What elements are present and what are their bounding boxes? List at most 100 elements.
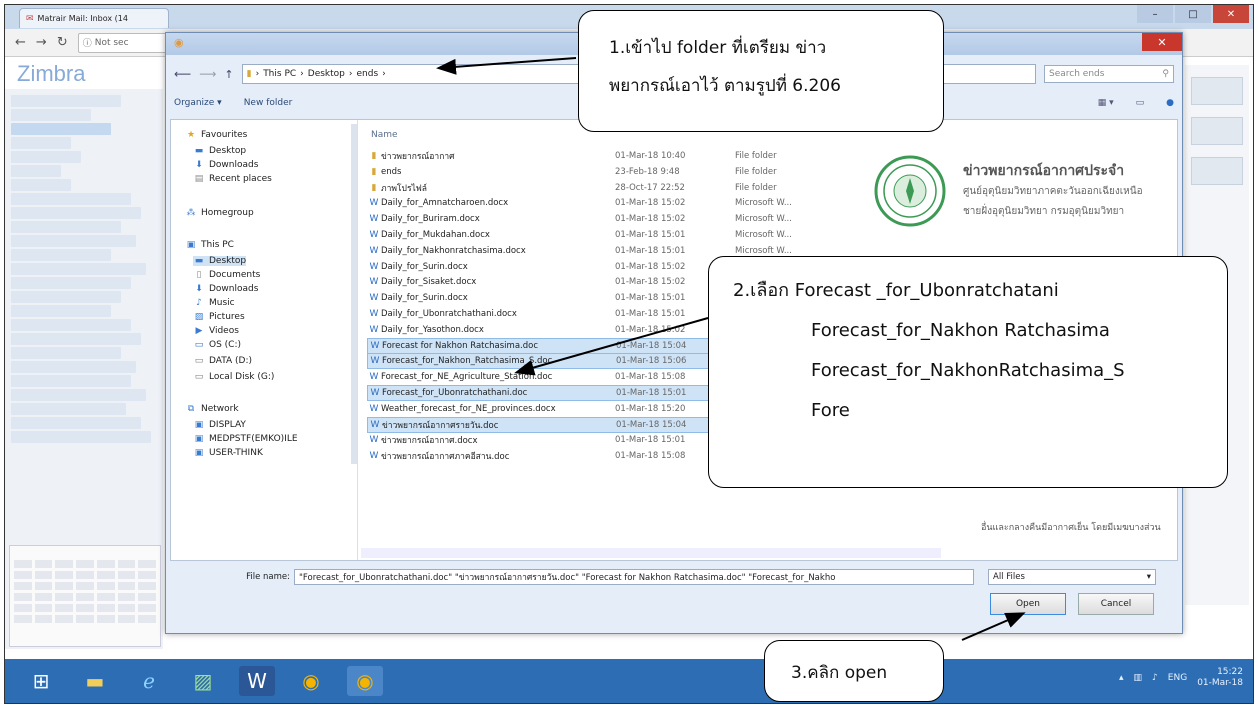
chevron-down-icon: ▾ [1146,572,1151,582]
language-indicator[interactable]: ENG [1168,673,1187,683]
nav-pc-downloads[interactable]: ⬇ Downloads [193,284,258,294]
word-doc-icon: W [369,293,379,304]
preview-pane-icon[interactable]: ▭ [1136,98,1145,108]
nav-documents[interactable]: ▯ Documents [193,270,261,280]
zimbra-logo: Zimbra [17,61,86,86]
maximize-button[interactable]: □ [1175,5,1211,23]
file-row[interactable]: ▮ ภาพโปรไฟล์ 28-Oct-17 22:52 File folder [367,180,849,196]
download-icon: ⬇ [195,284,203,294]
filename-input[interactable]: "Forecast_for_Ubonratchathani.doc" "ข่าว… [294,569,974,585]
word-icon[interactable]: W [239,666,275,696]
search-placeholder: Search ends [1049,69,1105,79]
url-text: Not sec [94,37,129,48]
file-row[interactable]: ▮ ends 23-Feb-18 9:48 File folder [367,164,849,180]
minimize-button[interactable]: – [1137,5,1173,23]
file-row[interactable]: W Daily_for_Mukdahan.docx 01-Mar-18 15:01 M… [367,227,849,243]
file-name: Daily_for_Amnatcharoen.docx [381,198,509,209]
file-name: Forecast for Nakhon Ratchasima.doc [382,340,539,351]
window-close-button[interactable]: ✕ [1213,5,1249,23]
up-arrow-icon[interactable]: ↑ [224,68,233,81]
tmd-seal-logo [874,155,946,227]
nav-os-c[interactable]: ▭ OS (C:) [193,340,241,350]
system-tray: ▴ ▥ ♪ ENG 15:22 01-Mar-18 [1119,667,1243,689]
cancel-button[interactable]: Cancel [1078,593,1154,615]
nav-homegroup[interactable]: ⁂ Homegroup [185,208,254,218]
documents-icon: ▯ [196,270,202,280]
file-date: 01-Mar-18 15:01 [615,245,686,256]
breadcrumb-ends[interactable]: ends [357,69,379,79]
url-input[interactable]: ⓘ Not sec [77,32,174,53]
nav-scrollbar[interactable] [351,124,357,464]
nav-network-computer[interactable]: ▣ DISPLAY [193,420,246,430]
help-icon[interactable]: ● [1166,98,1174,108]
breadcrumb-this-pc[interactable]: This PC [263,69,296,79]
file-name: ข่าวพยากรณ์อากาศภาคอีสาน.doc [381,452,510,463]
new-folder-button[interactable]: New folder [244,98,293,108]
nav-network-computer[interactable]: ▣ USER-THINK [193,448,263,458]
column-header-name[interactable]: Name [371,130,398,140]
word-doc-icon: W [369,451,379,462]
file-name: Forecast_for_NE_Agriculture_Station.doc [381,372,553,383]
file-name: Daily_for_Surin.docx [381,293,468,304]
nav-music[interactable]: ♪ Music [193,298,234,308]
navigation-pane: ★ Favourites ▬ Desktop ⬇ Downloads ▤ Recent … [171,120,358,560]
nav-recent-places[interactable]: ▤ Recent places [193,174,272,184]
reload-icon[interactable]: ↻ [57,35,68,50]
back-icon[interactable]: ← [15,35,26,50]
file-type: Microsoft W... [735,214,792,225]
organize-button[interactable]: Organize ▾ [174,98,222,108]
tray-arrow-icon[interactable]: ▴ [1119,673,1124,683]
dialog-close-button[interactable]: ✕ [1142,33,1182,51]
chrome-icon[interactable]: ◉ [293,666,329,696]
file-row[interactable]: ▮ ข่าวพยากรณ์อากาศ 01-Mar-18 10:40 File fol… [367,148,849,164]
nav-network-computer[interactable]: ▣ MEDPSTF(EMKO)ILE [193,434,298,444]
horizontal-scrollbar[interactable] [361,548,941,558]
info-icon: ⓘ [82,39,92,49]
back-arrow-icon[interactable]: ⟵ [174,67,191,81]
nav-pc-desktop[interactable]: ▬ Desktop [193,256,247,266]
preview-text: อื่นและกลางคืนมีอากาศเย็น โดยมีเมฆบางส่ว… [981,523,1161,533]
nav-data-d[interactable]: ▭ DATA (D:) [193,356,252,366]
nav-network[interactable]: ⧉ Network [185,404,239,414]
word-doc-icon: W [369,372,379,383]
word-doc-icon: W [369,230,379,240]
file-type: File folder [735,166,777,177]
open-button[interactable]: Open [990,593,1066,615]
clock[interactable]: 15:22 01-Mar-18 [1197,667,1243,689]
internet-explorer-icon[interactable]: ℯ [131,666,167,696]
nav-local-disk[interactable]: ▭ Local Disk (G:) [193,372,275,382]
pictures-icon: ▨ [194,312,204,322]
instruction-callout-step-3: 3.คลิก open [764,640,944,702]
preview-text: ศูนย์อุตุนิยมวิทยาภาคตะวันออกเฉียงเหนือ [963,186,1143,197]
file-name: Forecast_for_Nakhon_Ratchasima_S.doc [382,356,553,367]
nav-favourites[interactable]: ★ Favourites [185,130,247,140]
drive-icon: ▭ [194,340,204,350]
nav-pictures[interactable]: ▨ Pictures [193,312,245,322]
network-status-icon[interactable]: ▥ [1134,673,1143,683]
nav-desktop[interactable]: ▬ Desktop [193,146,246,156]
word-doc-icon: W [370,419,380,430]
volume-icon[interactable]: ♪ [1152,673,1158,683]
search-input[interactable]: Search ends ⚲ [1044,65,1174,83]
nav-downloads[interactable]: ⬇ Downloads [193,160,258,170]
computer-icon: ▣ [194,420,204,430]
nav-this-pc[interactable]: ▣ This PC [185,240,234,250]
filetype-select[interactable]: All Files ▾ [988,569,1156,585]
photos-icon[interactable]: ▨ [185,666,221,696]
view-options-icon[interactable]: ▦ ▾ [1098,98,1114,108]
file-explorer-icon[interactable]: ▬ [77,666,113,696]
forward-icon[interactable]: → [36,35,47,50]
file-row[interactable]: W Daily_for_Amnatcharoen.docx 01-Mar-18 15… [367,195,849,211]
file-date: 01-Mar-18 15:02 [615,198,686,209]
forward-arrow-icon[interactable]: ⟶ [199,67,216,81]
browser-tab[interactable]: ✉ Matrair Mail: Inbox (14 [19,8,169,28]
file-row[interactable]: W Daily_for_Buriram.docx 01-Mar-18 15:02 Mi… [367,211,849,227]
breadcrumb-desktop[interactable]: Desktop [308,69,345,79]
drive-icon: ▭ [194,372,204,382]
file-name: ภาพโปรไฟล์ [381,183,428,194]
chrome-window-icon[interactable]: ◉ [347,666,383,696]
file-type: File folder [735,182,777,193]
nav-videos[interactable]: ▶ Videos [193,326,239,336]
windows-start-icon[interactable]: ⊞ [23,666,59,696]
mini-calendar[interactable] [9,545,161,647]
